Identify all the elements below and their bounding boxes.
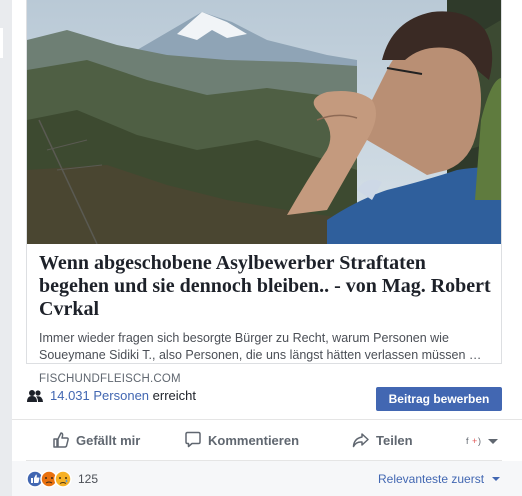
reach-row: 14.031 Personen erreicht Beitrag bewerbe…	[12, 374, 522, 420]
page-avatar-chevron-down-icon: f + )	[466, 436, 498, 446]
page-left-rail	[0, 0, 12, 496]
share-button[interactable]: Teilen	[352, 430, 413, 450]
svg-text:+: +	[472, 436, 477, 446]
reaction-count[interactable]: 125	[78, 472, 98, 486]
link-title[interactable]: Wenn abgeschobene Asylbewerber Straftate…	[39, 252, 491, 321]
comment-sort-dropdown[interactable]: Relevanteste zuerst	[378, 472, 501, 486]
reactions-row: 125 Relevanteste zuerst	[12, 461, 522, 496]
sad-reaction-icon	[54, 470, 72, 488]
feed-post: Wenn abgeschobene Asylbewerber Straftate…	[12, 0, 522, 496]
share-icon	[352, 433, 369, 448]
like-label: Gefällt mir	[76, 432, 141, 448]
reach-count-link[interactable]: 14.031 Personen	[50, 388, 149, 403]
svg-text:f: f	[466, 436, 469, 446]
action-bar: Gefällt mir Kommentieren Teilen f + )	[26, 420, 502, 461]
boost-post-button[interactable]: Beitrag bewerben	[376, 387, 502, 411]
comment-icon	[185, 431, 201, 448]
link-text-block[interactable]: Wenn abgeschobene Asylbewerber Straftate…	[39, 252, 491, 385]
reaction-icons[interactable]	[26, 470, 76, 488]
comment-label: Kommentieren	[208, 432, 300, 448]
people-icon	[27, 390, 43, 402]
reach-suffix: erreicht	[149, 388, 196, 403]
audience-selector[interactable]: f + )	[466, 431, 506, 451]
svg-text:): )	[478, 436, 481, 446]
link-preview-image[interactable]	[27, 0, 501, 244]
rail-tab	[0, 28, 3, 58]
link-preview-card[interactable]: Wenn abgeschobene Asylbewerber Straftate…	[26, 0, 502, 385]
link-description: Immer wieder fragen sich besorgte Bürger…	[39, 331, 482, 362]
thumbs-up-icon	[53, 432, 69, 448]
like-button[interactable]: Gefällt mir	[52, 430, 140, 450]
sort-label: Relevanteste zuerst	[378, 472, 485, 486]
reach-text: 14.031 Personen erreicht	[50, 388, 196, 403]
chevron-down-icon	[492, 477, 501, 481]
share-label: Teilen	[376, 432, 413, 448]
comment-button[interactable]: Kommentieren	[184, 430, 299, 450]
preview-photo	[27, 0, 501, 244]
